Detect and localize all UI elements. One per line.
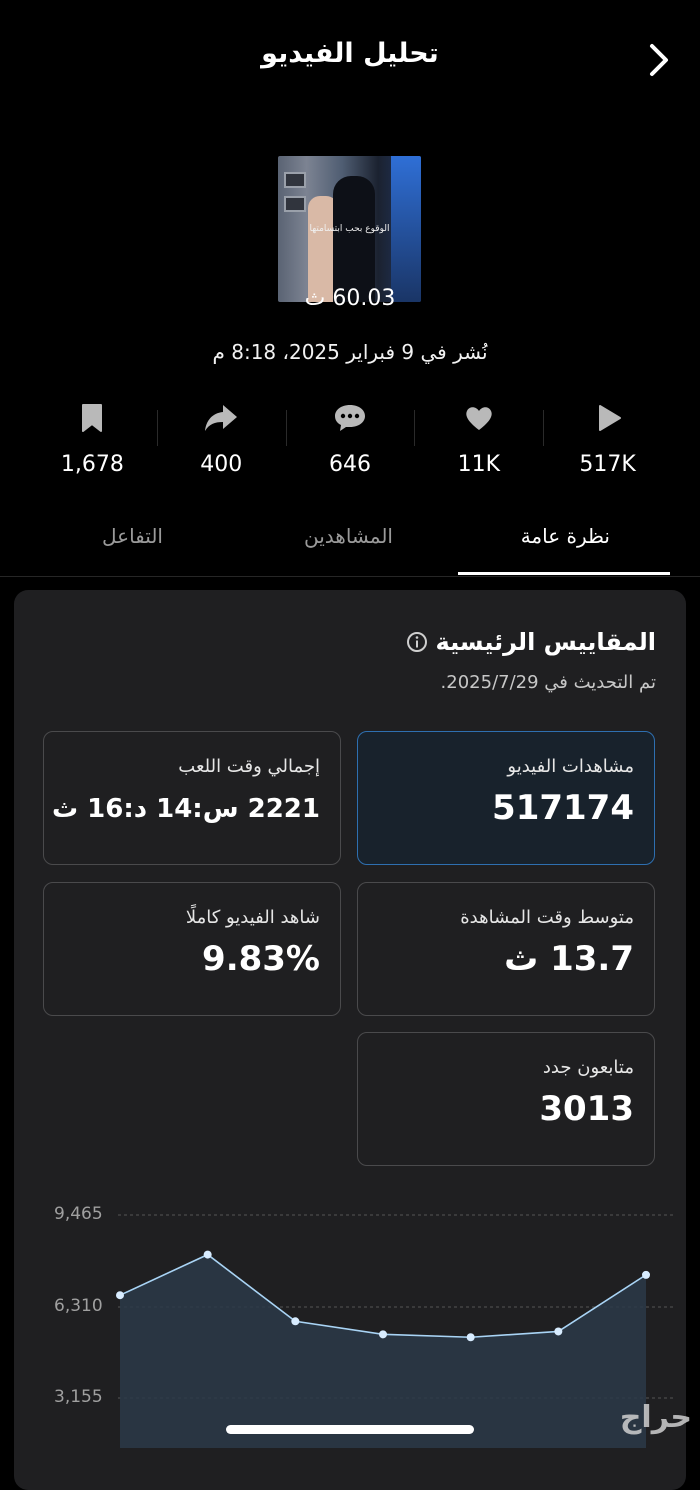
play-icon — [598, 405, 621, 431]
tab-overview[interactable]: نظرة عامة — [521, 524, 610, 548]
heart-icon — [466, 407, 492, 430]
key-metrics-title: المقاييس الرئيسية — [406, 628, 656, 656]
metric-total-play-time[interactable]: إجمالي وقت اللعب 2221 س:14 د:16 ث — [43, 731, 341, 865]
metric-value: 517174 — [492, 788, 634, 828]
data-point[interactable] — [466, 1333, 475, 1342]
views-chart: 9,465 6,310 3,155 — [0, 1190, 700, 1448]
video-duration: 60.03 ث — [304, 286, 396, 311]
data-point[interactable] — [642, 1270, 650, 1279]
metric-label: مشاهدات الفيديو — [507, 756, 634, 777]
watermark-logo: حراج — [619, 1400, 692, 1435]
metric-video-views[interactable]: مشاهدات الفيديو 517174 — [357, 731, 655, 865]
data-point[interactable] — [203, 1250, 212, 1259]
data-point[interactable] — [291, 1317, 300, 1326]
metric-label: إجمالي وقت اللعب — [178, 756, 320, 777]
info-icon[interactable] — [406, 631, 428, 653]
video-thumbnail[interactable]: الوقوع بحب ابتسامتها — [278, 156, 421, 302]
data-point[interactable] — [116, 1291, 124, 1300]
thumbnail-figure — [333, 176, 375, 302]
stat-divider — [543, 410, 545, 446]
thumbnail-frame — [284, 196, 306, 212]
home-indicator[interactable] — [226, 1425, 474, 1434]
stat-divider — [156, 410, 158, 446]
stat-value: 11K — [457, 452, 501, 477]
metric-label: شاهد الفيديو كاملًا — [185, 907, 320, 928]
back-button[interactable] — [644, 40, 674, 80]
stat-value: 646 — [329, 452, 371, 477]
stat-value: 400 — [200, 452, 243, 477]
header: تحليل الفيديو — [0, 0, 700, 120]
metric-new-followers[interactable]: متابعون جدد 3013 — [357, 1032, 655, 1166]
metric-watched-full[interactable]: شاهد الفيديو كاملًا 9.83% — [43, 882, 341, 1016]
tab-viewers[interactable]: المشاهدين — [304, 524, 393, 548]
data-point[interactable] — [554, 1327, 563, 1336]
series-area — [120, 1254, 646, 1448]
stats-row: 517K 11K 646 400 1,678 — [28, 398, 672, 488]
chevron-right-icon — [650, 44, 668, 76]
divider — [0, 576, 700, 577]
stat-views: 517K — [543, 398, 672, 488]
share-icon — [205, 405, 238, 431]
chart-plot — [116, 1214, 676, 1448]
updated-date: تم التحديث في 2025/7/29. — [440, 672, 656, 693]
stat-value: 517K — [579, 452, 636, 477]
data-point[interactable] — [379, 1330, 387, 1339]
metric-label: متابعون جدد — [542, 1057, 634, 1078]
stat-value: 1,678 — [60, 452, 124, 477]
metric-value: 3013 — [539, 1089, 634, 1129]
thumbnail-frame — [284, 172, 306, 188]
stat-comments: 646 — [285, 398, 415, 488]
stat-saves: 1,678 — [28, 398, 157, 488]
key-metrics-title-text: المقاييس الرئيسية — [435, 628, 656, 656]
metric-value: 2221 س:14 د:16 ث — [51, 794, 320, 824]
stat-shares: 400 — [156, 398, 286, 488]
metric-avg-watch-time[interactable]: متوسط وقت المشاهدة 13.7 ث — [357, 882, 655, 1016]
metric-value: 13.7 ث — [504, 939, 634, 979]
bookmark-icon — [82, 404, 103, 432]
stat-likes: 11K — [414, 398, 543, 488]
metric-value: 9.83% — [202, 939, 320, 979]
tab-engagement[interactable]: التفاعل — [102, 524, 163, 548]
page-title: تحليل الفيديو — [261, 38, 439, 69]
metric-label: متوسط وقت المشاهدة — [460, 907, 634, 928]
active-tab-indicator — [458, 572, 670, 575]
thumbnail-caption: الوقوع بحب ابتسامتها — [309, 224, 390, 234]
comment-icon — [335, 405, 365, 431]
published-date: نُشر في 9 فبراير 2025، 8:18 م — [212, 340, 488, 364]
stat-divider — [285, 410, 287, 446]
tab-bar: نظرة عامة المشاهدين التفاعل — [0, 516, 700, 576]
stat-divider — [414, 410, 416, 446]
